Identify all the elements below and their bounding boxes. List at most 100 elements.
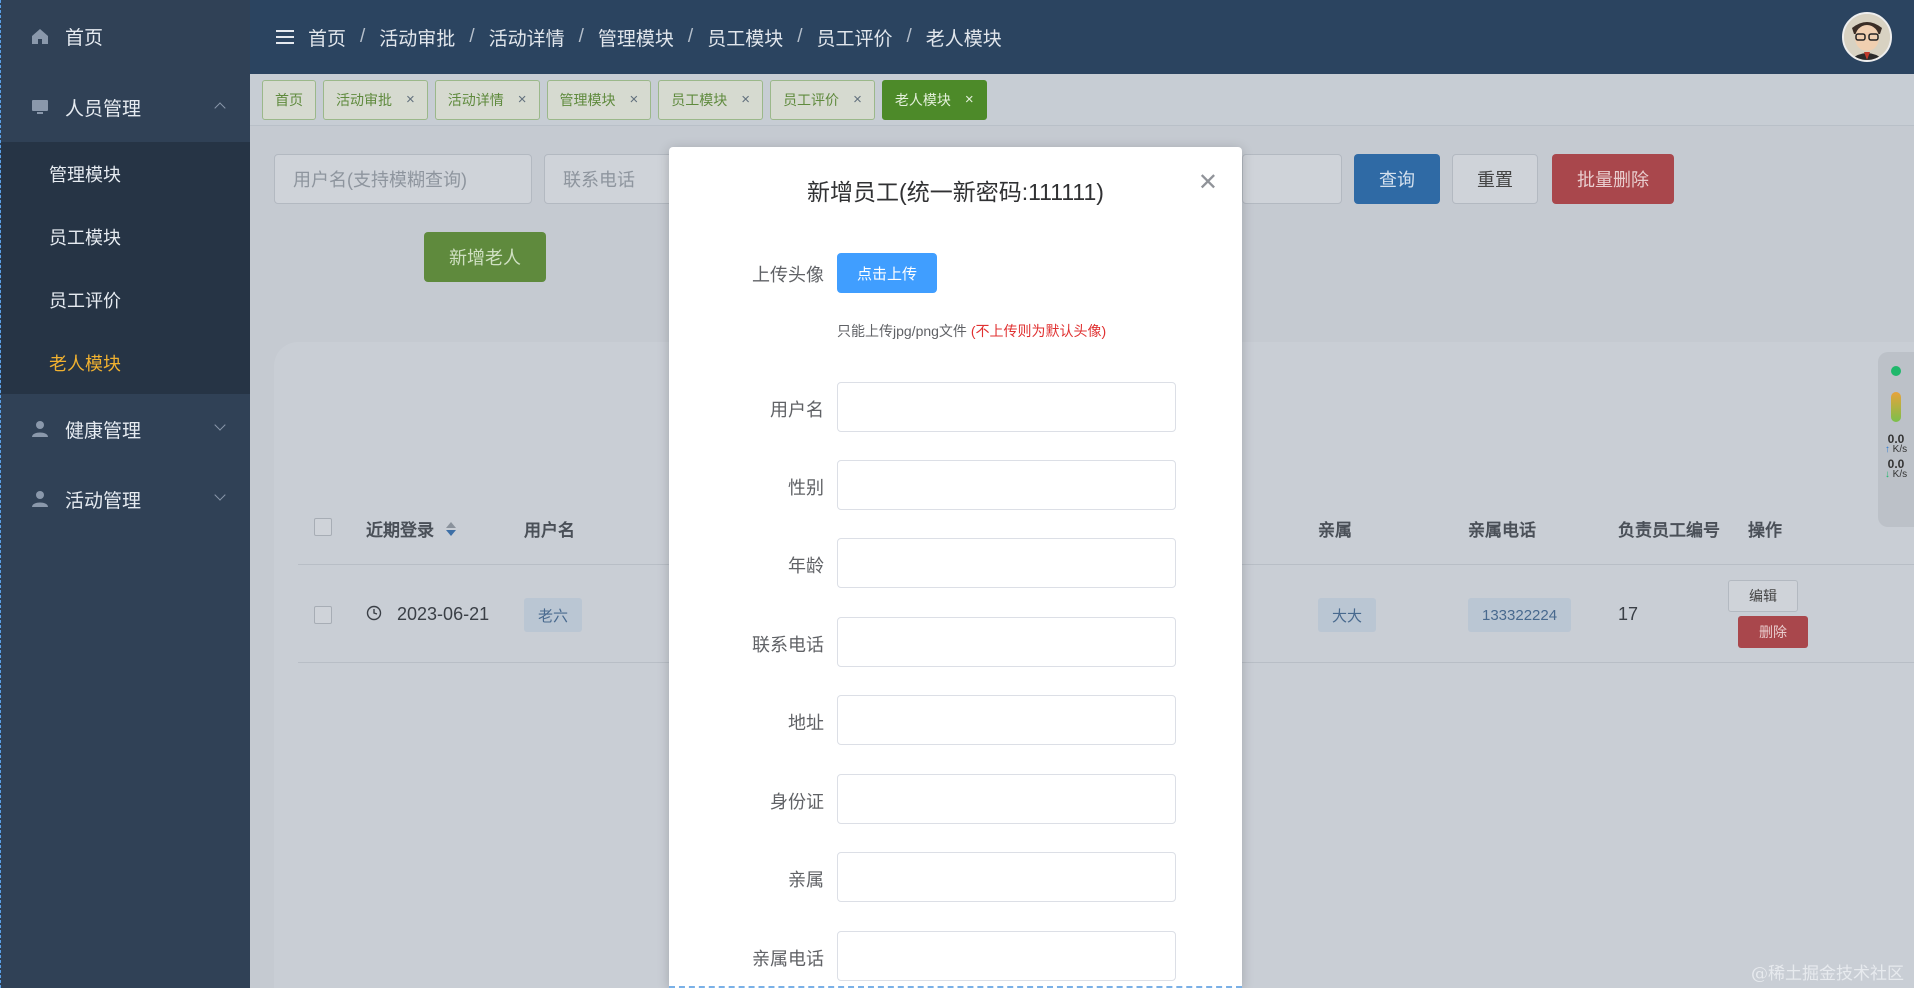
close-icon[interactable]: ×: [853, 91, 862, 108]
sidebar-item-label: 员工模块: [49, 227, 121, 248]
user-icon: [29, 488, 51, 510]
level-bar-icon: [1891, 392, 1901, 422]
breadcrumb-item[interactable]: 活动审批: [379, 24, 455, 51]
search-button[interactable]: 查询: [1354, 154, 1440, 204]
column-header-relative-phone: 亲属电话: [1468, 521, 1536, 540]
upload-tip-text: 只能上传jpg/png文件: [837, 323, 967, 339]
breadcrumb-item[interactable]: 活动详情: [489, 24, 565, 51]
avatar-label: 上传头像: [752, 265, 824, 285]
add-staff-dialog: 新增员工(统一新密码:111111) ✕ 上传头像 点击上传 只能上传jpg/p…: [669, 147, 1242, 988]
tag-activity-approval[interactable]: 活动审批 ×: [323, 79, 428, 120]
tag-activity-detail[interactable]: 活动详情 ×: [434, 79, 540, 120]
sidebar-group-personnel[interactable]: 人员管理: [1, 72, 250, 142]
tag-staff-module[interactable]: 员工模块 ×: [658, 79, 764, 120]
network-speed-widget: 0.0 ↑ K/s 0.0 ↓ K/s: [1878, 352, 1914, 527]
watermark: @稀土掘金技术社区: [1751, 964, 1904, 984]
tag-label: 员工模块: [671, 91, 728, 108]
home-icon: [29, 25, 51, 47]
relative-field[interactable]: [837, 852, 1176, 902]
gender-label: 性别: [788, 478, 824, 498]
username-label: 用户名: [770, 400, 824, 420]
username-field[interactable]: [837, 382, 1176, 432]
close-icon[interactable]: ×: [630, 91, 639, 108]
sidebar-item-label: 员工评价: [49, 290, 121, 311]
sort-icon[interactable]: [445, 521, 457, 542]
sidebar-group-activity[interactable]: 活动管理: [1, 464, 250, 534]
breadcrumb-item[interactable]: 管理模块: [598, 24, 674, 51]
extra-filter-input[interactable]: [1242, 154, 1342, 204]
username-tag: 老六: [524, 598, 583, 632]
phone-search-input[interactable]: 联系电话: [544, 154, 674, 204]
staff-id-cell: 17: [1618, 604, 1639, 624]
sidebar-group-label: 活动管理: [65, 490, 142, 512]
age-label: 年龄: [788, 556, 824, 576]
sidebar-item-staff-module[interactable]: 员工模块: [1, 205, 250, 268]
top-navbar: 首页 / 活动审批 / 活动详情 / 管理模块 / 员工模块 / 员工评价 / …: [250, 0, 1914, 74]
relative-phone-label: 亲属电话: [752, 949, 824, 969]
batch-delete-button[interactable]: 批量删除: [1552, 154, 1674, 204]
breadcrumb-item[interactable]: 员工模块: [707, 24, 783, 51]
sidebar-group-health[interactable]: 健康管理: [1, 394, 250, 464]
column-header-label: 近期登录: [366, 521, 434, 540]
chevron-down-icon: [214, 419, 226, 431]
tag-label: 活动审批: [336, 91, 392, 108]
gender-field[interactable]: [837, 460, 1176, 510]
download-unit: ↓ K/s: [1884, 469, 1908, 480]
chevron-down-icon: [214, 489, 226, 501]
menu-toggle-icon[interactable]: [276, 30, 294, 44]
tag-admin-module[interactable]: 管理模块 ×: [546, 79, 652, 120]
edit-button[interactable]: 编辑: [1728, 580, 1798, 612]
status-dot-icon: [1891, 366, 1901, 376]
relative-label: 亲属: [788, 870, 824, 890]
sidebar-item-home[interactable]: 首页: [1, 0, 250, 72]
column-header-username: 用户名: [524, 521, 575, 540]
select-all-checkbox[interactable]: [314, 518, 332, 536]
relative-phone-field[interactable]: [837, 931, 1176, 981]
column-header-staff-id: 负责员工编号: [1618, 521, 1720, 540]
sidebar-item-staff-review[interactable]: 员工评价: [1, 268, 250, 331]
upload-tip-note: (不上传则为默认头像): [970, 323, 1107, 339]
close-icon[interactable]: ×: [965, 91, 974, 108]
upload-unit: ↑ K/s: [1884, 444, 1908, 455]
tag-elderly-module[interactable]: 老人模块 ×: [881, 79, 987, 120]
close-icon[interactable]: ×: [741, 91, 750, 108]
tags-view-bar: 首页 活动审批 × 活动详情 × 管理模块 × 员工模块 × 员工评价 × 老人模块 ×: [250, 74, 1914, 126]
sidebar-item-label: 管理模块: [49, 164, 121, 185]
upload-button[interactable]: 点击上传: [837, 253, 937, 293]
column-header-relative: 亲属: [1318, 521, 1352, 540]
tag-label: 员工评价: [783, 91, 840, 108]
close-icon[interactable]: ×: [406, 91, 415, 108]
sidebar-item-label: 老人模块: [49, 353, 121, 374]
id-card-field[interactable]: [837, 774, 1176, 824]
add-elderly-button[interactable]: 新增老人: [424, 232, 546, 282]
relative-phone-tag: 133322224: [1468, 598, 1572, 632]
close-icon[interactable]: ✕: [1198, 171, 1218, 195]
column-header-actions: 操作: [1748, 521, 1782, 540]
username-search-input[interactable]: 用户名(支持模糊查询): [274, 154, 532, 204]
monitor-icon: [29, 96, 51, 118]
reset-button[interactable]: 重置: [1452, 154, 1538, 204]
breadcrumb-item[interactable]: 员工评价: [816, 24, 892, 51]
breadcrumb: 首页 / 活动审批 / 活动详情 / 管理模块 / 员工模块 / 员工评价 / …: [308, 24, 1002, 51]
age-field[interactable]: [837, 538, 1176, 588]
phone-label: 联系电话: [752, 635, 824, 655]
address-field[interactable]: [837, 695, 1176, 745]
column-header-recent-login[interactable]: 近期登录: [366, 516, 457, 542]
sidebar-item-admin-module[interactable]: 管理模块: [1, 142, 250, 205]
sidebar-item-elderly-module[interactable]: 老人模块: [1, 331, 250, 394]
sidebar-item-label: 首页: [65, 27, 104, 49]
tag-label: 管理模块: [559, 91, 616, 108]
tag-label: 活动详情: [447, 91, 504, 108]
close-icon[interactable]: ×: [518, 91, 527, 108]
tag-staff-review[interactable]: 员工评价 ×: [770, 79, 875, 120]
breadcrumb-item[interactable]: 首页: [308, 24, 346, 51]
tag-home[interactable]: 首页: [262, 79, 316, 120]
dialog-title: 新增员工(统一新密码:111111): [807, 179, 1104, 205]
id-card-label: 身份证: [770, 792, 824, 812]
phone-field[interactable]: [837, 617, 1176, 667]
row-checkbox[interactable]: [314, 606, 332, 624]
breadcrumb-item: 老人模块: [925, 28, 1002, 50]
delete-button[interactable]: 删除: [1738, 616, 1808, 648]
avatar[interactable]: [1842, 12, 1892, 62]
user-icon: [29, 418, 51, 440]
